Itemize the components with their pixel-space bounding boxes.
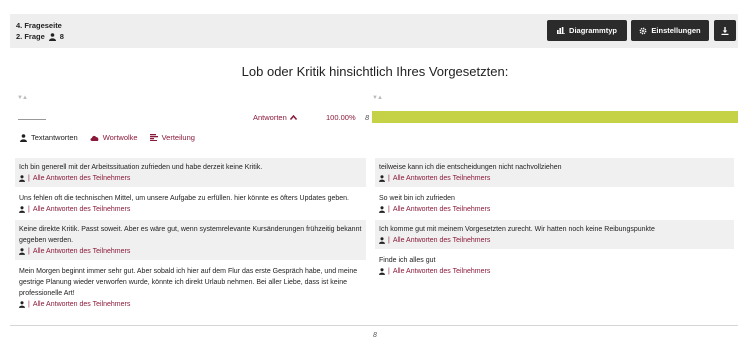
person-icon <box>379 175 385 182</box>
answer-item: Keine direkte Kritik. Passt soweit. Aber… <box>15 220 366 260</box>
question-label: 2. Frage <box>16 32 45 41</box>
result-row: Antworten 100.00% 8 <box>10 108 738 128</box>
answer-item: teilweise kann ich die entscheidungen ni… <box>375 158 734 187</box>
answer-item: Uns fehlen oft die technischen Mittel, u… <box>15 189 366 218</box>
person-icon <box>19 175 25 182</box>
tab-word-cloud-label: Wortwolke <box>102 133 138 142</box>
person-icon <box>19 248 25 255</box>
answer-text: Uns fehlen oft die technischen Mittel, u… <box>19 195 349 202</box>
page-label: 4. Frageseite <box>16 21 62 30</box>
settings-label: Einstellungen <box>651 26 701 35</box>
bar-chart-icon <box>557 27 566 34</box>
download-icon <box>721 26 729 35</box>
answer-item: Mein Morgen beginnt immer sehr gut. Aber… <box>15 262 366 313</box>
all-answers-link[interactable]: | Alle Antworten des Teilnehmers <box>19 299 362 310</box>
answer-text: Keine direkte Kritik. Passt soweit. Aber… <box>19 226 362 244</box>
answer-text: teilweise kann ich die entscheidungen ni… <box>379 164 562 171</box>
download-button[interactable] <box>714 20 736 41</box>
tab-distribution[interactable]: Verteilung <box>149 133 195 142</box>
chart-type-label: Diagrammtyp <box>569 26 617 35</box>
all-answers-link[interactable]: | Alle Antworten des Teilnehmers <box>19 173 362 184</box>
all-answers-link-label: Alle Antworten des Teilnehmers <box>392 175 491 182</box>
all-answers-link-label: Alle Antworten des Teilnehmers <box>32 248 131 255</box>
sort-arrows-icon[interactable]: ▼▲ <box>372 95 383 101</box>
answers-toggle[interactable]: Antworten <box>253 113 297 122</box>
chevron-up-icon <box>289 115 297 120</box>
answers-column-left: Ich bin generell mit der Arbeitssituatio… <box>15 158 366 315</box>
answer-text: Ich komme gut mit meinem Vorgesetzten zu… <box>379 226 655 233</box>
all-answers-link[interactable]: | Alle Antworten des Teilnehmers <box>19 204 362 215</box>
person-icon <box>19 301 25 308</box>
person-icon <box>379 237 385 244</box>
all-answers-link-label: Alle Antworten des Teilnehmers <box>32 175 131 182</box>
person-icon <box>379 206 385 213</box>
all-answers-link[interactable]: | Alle Antworten des Teilnehmers <box>379 204 730 215</box>
cloud-icon <box>90 135 99 141</box>
sort-arrows-icon[interactable]: ▼▲ <box>17 95 28 101</box>
tab-distribution-label: Verteilung <box>161 133 195 142</box>
answers-column-right: teilweise kann ich die entscheidungen ni… <box>375 158 734 282</box>
all-answers-link-label: Alle Antworten des Teilnehmers <box>392 268 491 275</box>
chart-type-button[interactable]: Diagrammtyp <box>547 20 627 41</box>
all-answers-link-label: Alle Antworten des Teilnehmers <box>32 206 131 213</box>
link-separator: | <box>388 268 390 275</box>
all-answers-link-label: Alle Antworten des Teilnehmers <box>32 301 131 308</box>
footer-answer-count: 8 <box>373 332 377 339</box>
person-icon <box>48 32 56 41</box>
link-separator: | <box>28 301 30 308</box>
answer-item: Ich bin generell mit der Arbeitssituatio… <box>15 158 366 187</box>
all-answers-link-label: Alle Antworten des Teilnehmers <box>392 206 491 213</box>
divider <box>18 119 46 120</box>
person-icon <box>379 268 385 275</box>
answer-item: Finde ich alles gut | Alle Antworten des… <box>375 251 734 280</box>
answer-text: Finde ich alles gut <box>379 257 436 264</box>
link-separator: | <box>388 237 390 244</box>
answer-item: Ich komme gut mit meinem Vorgesetzten zu… <box>375 220 734 249</box>
person-icon <box>19 206 25 213</box>
respondent-count: 8 <box>59 32 64 41</box>
person-icon <box>20 133 27 142</box>
answer-text: Mein Morgen beginnt immer sehr gut. Aber… <box>19 268 358 297</box>
answers-label: Antworten <box>253 113 287 122</box>
answer-item: So weit bin ich zufrieden | Alle Antwort… <box>375 189 734 218</box>
all-answers-link[interactable]: | Alle Antworten des Teilnehmers <box>379 266 730 277</box>
divider <box>10 325 738 326</box>
result-bar <box>372 111 738 123</box>
all-answers-link[interactable]: | Alle Antworten des Teilnehmers <box>379 173 730 184</box>
settings-button[interactable]: Einstellungen <box>631 20 709 41</box>
answer-percent: 100.00% <box>326 113 356 122</box>
tab-text-answers-label: Textantworten <box>31 133 78 142</box>
answer-text: Ich bin generell mit der Arbeitssituatio… <box>19 164 263 171</box>
tab-word-cloud[interactable]: Wortwolke <box>90 133 138 142</box>
question-meta: 4. Frageseite 2. Frage 8 <box>16 20 64 42</box>
link-separator: | <box>388 206 390 213</box>
link-separator: | <box>28 175 30 182</box>
all-answers-link[interactable]: | Alle Antworten des Teilnehmers <box>19 246 362 257</box>
answer-count: 8 <box>365 113 370 122</box>
gear-icon <box>639 27 647 35</box>
link-separator: | <box>28 206 30 213</box>
link-separator: | <box>28 248 30 255</box>
question-title: Lob oder Kritik hinsichtlich Ihres Vorge… <box>241 64 509 79</box>
all-answers-link[interactable]: | Alle Antworten des Teilnehmers <box>379 235 730 246</box>
list-bars-icon <box>149 134 158 141</box>
question-header-bar: 4. Frageseite 2. Frage 8 Diagrammtyp Ein… <box>10 14 738 48</box>
all-answers-link-label: Alle Antworten des Teilnehmers <box>392 237 491 244</box>
view-tabs: Textantworten Wortwolke Verteilung <box>20 133 195 142</box>
tab-text-answers[interactable]: Textantworten <box>20 133 78 142</box>
answer-text: So weit bin ich zufrieden <box>379 195 455 202</box>
link-separator: | <box>388 175 390 182</box>
